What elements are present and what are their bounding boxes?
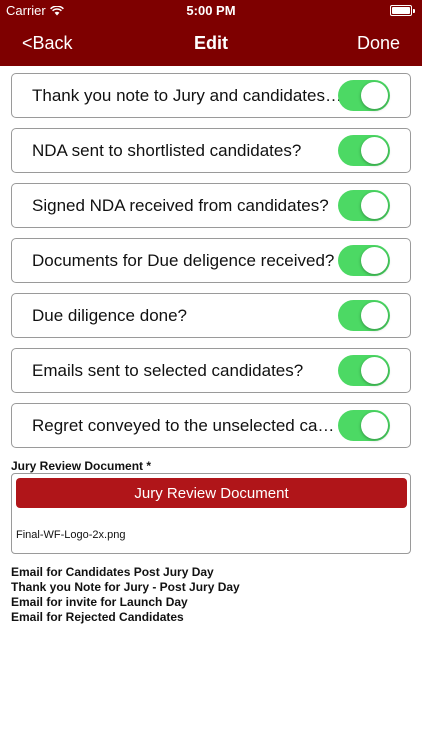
jury-review-section-label: Jury Review Document * xyxy=(11,459,152,473)
email-link[interactable]: Thank you Note for Jury - Post Jury Day xyxy=(11,580,240,595)
toggle-knob xyxy=(361,247,388,274)
toggle-knob xyxy=(361,357,388,384)
checklist-toggle[interactable] xyxy=(338,410,390,441)
checklist-row: Documents for Due deligence received? xyxy=(11,238,411,283)
toggle-knob xyxy=(361,412,388,439)
email-link[interactable]: Email for Rejected Candidates xyxy=(11,610,240,625)
status-bar: Carrier 5:00 PM xyxy=(0,0,422,22)
checklist-row-label: Regret conveyed to the unselected candid… xyxy=(32,416,342,435)
checklist-row: Emails sent to selected candidates? xyxy=(11,348,411,393)
checklist-row: Signed NDA received from candidates? xyxy=(11,183,411,228)
checklist-row: Due diligence done? xyxy=(11,293,411,338)
toggle-knob xyxy=(361,137,388,164)
battery-nub xyxy=(413,9,415,13)
battery-fill xyxy=(392,7,410,14)
jury-review-document-button[interactable]: Jury Review Document xyxy=(16,478,407,508)
email-links-list: Email for Candidates Post Jury Day Thank … xyxy=(11,565,240,625)
checklist-toggle[interactable] xyxy=(338,300,390,331)
checklist-row: Thank you note to Jury and candidates se… xyxy=(11,73,411,118)
toggle-knob xyxy=(361,302,388,329)
checklist-toggle[interactable] xyxy=(338,355,390,386)
navigation-bar: <Back Edit Done xyxy=(0,22,422,66)
status-time: 5:00 PM xyxy=(186,3,236,18)
checklist-row-label: Emails sent to selected candidates? xyxy=(32,361,304,380)
checklist-toggle[interactable] xyxy=(338,190,390,221)
back-button[interactable]: <Back xyxy=(22,33,73,54)
done-button[interactable]: Done xyxy=(357,33,400,54)
checklist: Thank you note to Jury and candidates se… xyxy=(11,73,411,458)
attached-file-name[interactable]: Final-WF-Logo-2x.png xyxy=(16,529,125,541)
email-link[interactable]: Email for Candidates Post Jury Day xyxy=(11,565,240,580)
email-link[interactable]: Email for invite for Launch Day xyxy=(11,595,240,610)
checklist-row-label: Documents for Due deligence received? xyxy=(32,251,335,270)
toggle-knob xyxy=(361,192,388,219)
battery-icon xyxy=(390,5,415,16)
checklist-row-label: NDA sent to shortlisted candidates? xyxy=(32,141,302,160)
checklist-row-label: Thank you note to Jury and candidates se… xyxy=(32,86,342,105)
checklist-toggle[interactable] xyxy=(338,80,390,111)
toggle-knob xyxy=(361,82,388,109)
checklist-row: NDA sent to shortlisted candidates? xyxy=(11,128,411,173)
checklist-row: Regret conveyed to the unselected candid… xyxy=(11,403,411,448)
checklist-row-label: Signed NDA received from candidates? xyxy=(32,196,329,215)
checklist-row-label: Due diligence done? xyxy=(32,306,188,325)
checklist-toggle[interactable] xyxy=(338,245,390,276)
checklist-toggle[interactable] xyxy=(338,135,390,166)
jury-review-document-box: Jury Review Document Final-WF-Logo-2x.pn… xyxy=(11,473,411,554)
